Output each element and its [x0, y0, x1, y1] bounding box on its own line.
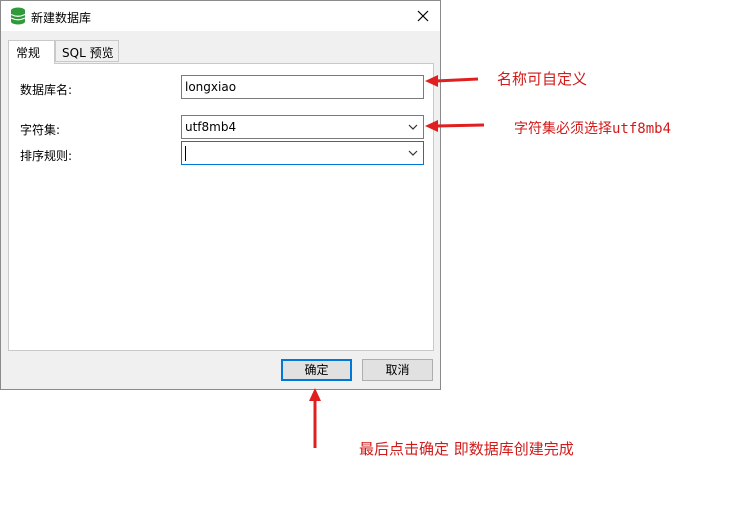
chevron-down-icon — [405, 119, 421, 135]
title-bar: 新建数据库 — [1, 1, 440, 31]
database-name-input[interactable]: longxiao — [181, 75, 424, 99]
charset-annotation: 字符集必须选择utf8mb4 — [514, 121, 672, 137]
charset-value: utf8mb4 — [185, 120, 237, 134]
chevron-down-icon — [405, 145, 421, 161]
window-title: 新建数据库 — [31, 11, 92, 25]
close-button[interactable] — [406, 1, 440, 31]
database-name-label: 数据库名: — [20, 83, 73, 97]
close-icon — [417, 10, 429, 22]
charset-select[interactable]: utf8mb4 — [181, 115, 424, 139]
name-annotation: 名称可自定义 — [497, 70, 588, 88]
cancel-button[interactable]: 取消 — [362, 359, 433, 381]
charset-label: 字符集: — [20, 123, 61, 137]
tab-general[interactable]: 常规 — [8, 40, 55, 64]
ok-annotation: 最后点击确定 即数据库创建完成 — [359, 440, 574, 458]
ok-button[interactable]: 确定 — [281, 359, 352, 381]
collation-label: 排序规则: — [20, 149, 73, 163]
database-name-value: longxiao — [185, 80, 237, 94]
text-caret — [185, 146, 186, 161]
arrow-to-name-icon — [425, 75, 479, 87]
database-icon — [10, 7, 26, 25]
arrow-to-ok-icon — [309, 388, 321, 448]
general-panel: 数据库名: longxiao 字符集: utf8mb4 排序规则: — [8, 63, 434, 351]
new-database-dialog: 新建数据库 常规 SQL 预览 数据库名: longxiao 字符集: utf8… — [0, 0, 441, 390]
tab-sql-preview[interactable]: SQL 预览 — [55, 40, 119, 62]
arrow-to-charset-icon — [425, 120, 485, 132]
collation-select[interactable] — [181, 141, 424, 165]
